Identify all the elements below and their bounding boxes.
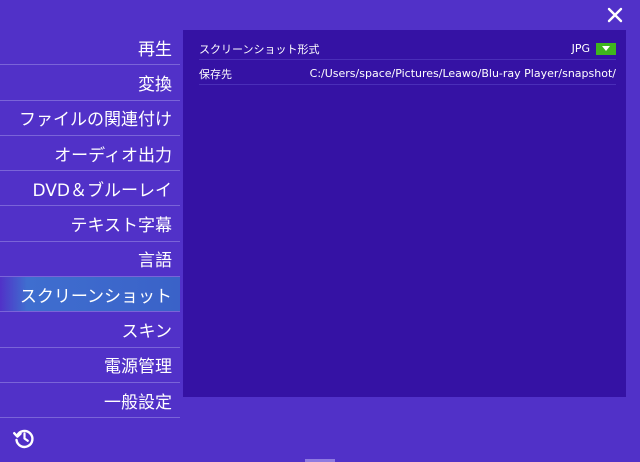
sidebar-item-convert[interactable]: 変換 (0, 65, 180, 101)
sidebar-item-label: 変換 (138, 74, 172, 95)
sidebar-item-label: オーディオ出力 (54, 145, 172, 166)
sidebar-item-label: 言語 (138, 251, 172, 272)
save-location-path[interactable]: C:/Users/space/Pictures/Leawo/Blu-ray Pl… (310, 67, 616, 80)
sidebar-item-file-association[interactable]: ファイルの関連付け (0, 101, 180, 136)
sidebar-item-label: スキン (121, 322, 173, 343)
format-dropdown-button[interactable] (596, 42, 616, 55)
sidebar-item-dvd-bluray[interactable]: DVD＆ブルーレイ (0, 171, 180, 207)
close-button[interactable] (604, 4, 626, 26)
history-icon (13, 429, 34, 449)
sidebar-item-language[interactable]: 言語 (0, 242, 180, 278)
close-icon (607, 7, 623, 23)
sidebar-item-playback[interactable]: 再生 (0, 30, 180, 66)
triangle-down-icon (602, 46, 610, 51)
sidebar-item-screenshot[interactable]: スクリーンショット (0, 277, 180, 313)
sidebar-item-label: スクリーンショット (19, 286, 172, 307)
save-location-label: 保存先 (199, 67, 232, 81)
settings-panel: スクリーンショット形式 JPG 保存先 C:/Users/space/Pictu… (183, 30, 626, 397)
sidebar-item-audio-output[interactable]: オーディオ出力 (0, 136, 180, 172)
sidebar-item-subtitles[interactable]: テキスト字幕 (0, 206, 180, 242)
screenshot-format-value: JPG (571, 42, 590, 55)
sidebar-item-label: テキスト字幕 (70, 216, 173, 237)
sidebar-item-label: ファイルの関連付け (19, 110, 172, 131)
settings-sidebar: 再生 変換 ファイルの関連付け オーディオ出力 DVD＆ブルーレイ テキスト字幕… (0, 30, 180, 419)
sidebar-item-power-management[interactable]: 電源管理 (0, 348, 180, 383)
restore-defaults-button[interactable] (12, 426, 36, 450)
sidebar-item-skin[interactable]: スキン (0, 312, 180, 348)
save-location-row: 保存先 C:/Users/space/Pictures/Leawo/Blu-ra… (199, 63, 616, 85)
sidebar-item-label: DVD＆ブルーレイ (32, 180, 172, 201)
screenshot-format-label: スクリーンショット形式 (199, 42, 320, 56)
screenshot-format-row: スクリーンショット形式 JPG (199, 38, 616, 60)
sidebar-item-label: 一般設定 (104, 392, 172, 413)
sidebar-item-label: 再生 (138, 39, 172, 60)
sidebar-item-general-settings[interactable]: 一般設定 (0, 383, 180, 419)
sidebar-item-label: 電源管理 (104, 357, 172, 378)
screenshot-format-select[interactable]: JPG (572, 42, 616, 55)
